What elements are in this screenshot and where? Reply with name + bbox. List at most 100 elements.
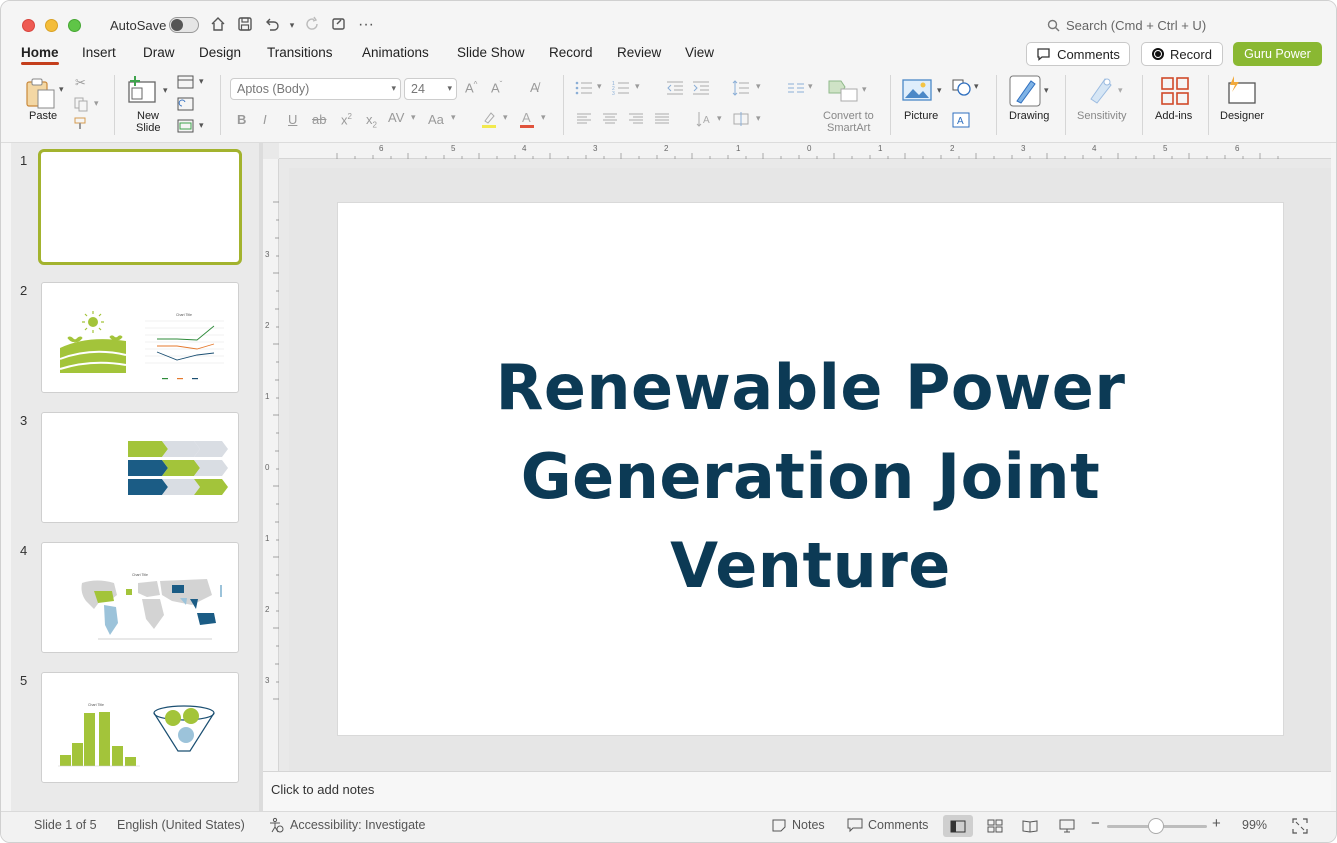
paste-chevron-icon[interactable]: ▾: [59, 84, 64, 95]
increase-indent-icon[interactable]: [692, 80, 710, 99]
align-left-icon[interactable]: [576, 112, 592, 129]
line-spacing-chevron-icon[interactable]: ▾: [756, 81, 761, 92]
layout-icon[interactable]: [177, 75, 195, 92]
font-color-chevron-icon[interactable]: ▾: [541, 112, 546, 123]
minimize-window-button[interactable]: [45, 19, 58, 32]
redo-icon[interactable]: [302, 15, 322, 35]
bullets-icon[interactable]: [575, 80, 593, 99]
tab-record[interactable]: Record: [549, 45, 593, 60]
numbering-icon[interactable]: 123: [612, 80, 630, 99]
slide-show-view-button[interactable]: [1052, 815, 1082, 837]
home-icon[interactable]: [208, 15, 228, 35]
more-options-icon[interactable]: ···: [356, 15, 376, 35]
font-name-select[interactable]: Aptos (Body) ▾: [230, 78, 401, 100]
sensitivity-icon[interactable]: [1087, 75, 1115, 108]
align-center-icon[interactable]: [602, 112, 618, 129]
highlight-icon[interactable]: [480, 110, 498, 131]
columns-icon[interactable]: [787, 82, 805, 97]
convert-smartart-icon[interactable]: [827, 77, 859, 106]
notes-icon[interactable]: [771, 818, 787, 836]
tab-transitions[interactable]: Transitions: [267, 45, 333, 60]
bullets-chevron-icon[interactable]: ▾: [597, 81, 602, 92]
copy-chevron-icon[interactable]: ▾: [94, 98, 99, 109]
shapes-icon[interactable]: [952, 79, 972, 100]
character-spacing-icon[interactable]: AV: [388, 110, 404, 125]
current-slide[interactable]: Renewable Power Generation Joint Venture: [337, 202, 1284, 736]
search-box[interactable]: Search (Cmd + Ctrl + U): [1047, 18, 1206, 33]
picture-icon[interactable]: [902, 78, 932, 105]
comments-toggle-label[interactable]: Comments: [868, 818, 928, 832]
font-color-icon[interactable]: A: [518, 110, 536, 131]
tab-draw[interactable]: Draw: [143, 45, 175, 60]
guru-power-button[interactable]: Guru Power: [1233, 42, 1322, 66]
font-size-select[interactable]: 24 ▾: [404, 78, 457, 100]
align-text-icon[interactable]: [732, 111, 750, 130]
line-spacing-icon[interactable]: [732, 80, 750, 99]
italic-icon[interactable]: I: [263, 112, 267, 127]
slide-thumbnail-5[interactable]: Chart Title: [41, 672, 239, 783]
drawing-chevron-icon[interactable]: ▾: [1044, 85, 1049, 96]
accessibility-status[interactable]: Accessibility: Investigate: [290, 818, 425, 832]
maximize-window-button[interactable]: [68, 19, 81, 32]
justify-icon[interactable]: [654, 112, 670, 129]
slide-thumbnail-3[interactable]: [41, 412, 239, 523]
designer-icon[interactable]: [1226, 75, 1258, 108]
picture-chevron-icon[interactable]: ▾: [937, 85, 942, 96]
clear-formatting-icon[interactable]: A̸: [530, 80, 539, 95]
superscript-icon[interactable]: x2: [341, 112, 352, 127]
tab-home[interactable]: Home: [21, 45, 59, 60]
columns-chevron-icon[interactable]: ▾: [808, 81, 813, 92]
format-painter-icon[interactable]: [73, 116, 89, 135]
zoom-level[interactable]: 99%: [1242, 818, 1267, 832]
add-ins-icon[interactable]: [1161, 77, 1189, 108]
section-chevron-icon[interactable]: ▾: [199, 120, 204, 131]
align-text-chevron-icon[interactable]: ▾: [756, 113, 761, 124]
slide-thumbnail-1[interactable]: [38, 149, 242, 265]
zoom-slider-thumb[interactable]: [1148, 818, 1164, 834]
presenter-icon[interactable]: [329, 15, 349, 35]
underline-icon[interactable]: U: [288, 112, 297, 127]
slide-thumbnail-2[interactable]: Chart Title: [41, 282, 239, 393]
notes-pane[interactable]: Click to add notes: [263, 771, 1331, 811]
numbering-chevron-icon[interactable]: ▾: [635, 81, 640, 92]
shapes-chevron-icon[interactable]: ▾: [974, 81, 979, 92]
horizontal-ruler[interactable]: 6 5 4 3 2 1 0 1 2 3 4 5 6: [279, 143, 1331, 159]
language-status[interactable]: English (United States): [117, 818, 245, 832]
text-box-icon[interactable]: A: [952, 112, 970, 131]
new-slide-icon[interactable]: [126, 75, 158, 108]
tab-view[interactable]: View: [685, 45, 714, 60]
slide-title-textbox[interactable]: Renewable Power Generation Joint Venture: [338, 343, 1283, 610]
fit-to-window-icon[interactable]: [1292, 818, 1308, 837]
tab-insert[interactable]: Insert: [82, 45, 116, 60]
paste-icon[interactable]: [25, 77, 59, 112]
normal-view-button[interactable]: [943, 815, 973, 837]
new-slide-chevron-icon[interactable]: ▾: [163, 85, 168, 96]
comments-button[interactable]: Comments: [1026, 42, 1130, 66]
increase-font-size-icon[interactable]: A^: [465, 80, 477, 95]
change-case-chevron-icon[interactable]: ▾: [451, 112, 456, 123]
change-case-icon[interactable]: Aa: [428, 112, 444, 127]
bold-icon[interactable]: B: [237, 112, 246, 127]
align-right-icon[interactable]: [628, 112, 644, 129]
tab-review[interactable]: Review: [617, 45, 661, 60]
undo-dropdown-chevron-icon[interactable]: ▾: [282, 15, 302, 35]
undo-icon[interactable]: [262, 15, 282, 35]
save-icon[interactable]: [235, 15, 255, 35]
text-direction-chevron-icon[interactable]: ▾: [717, 113, 722, 124]
notes-toggle-label[interactable]: Notes: [792, 818, 825, 832]
decrease-font-size-icon[interactable]: Aˇ: [491, 80, 502, 95]
zoom-out-icon[interactable]: −: [1091, 815, 1100, 832]
accessibility-icon[interactable]: [268, 817, 284, 836]
slide-sorter-view-button[interactable]: [980, 815, 1010, 837]
highlight-chevron-icon[interactable]: ▾: [503, 112, 508, 123]
decrease-indent-icon[interactable]: [666, 80, 684, 99]
sensitivity-chevron-icon[interactable]: ▾: [1118, 85, 1123, 96]
record-button[interactable]: Record: [1141, 42, 1223, 66]
drawing-icon[interactable]: [1009, 75, 1041, 110]
cut-icon[interactable]: ✂: [75, 75, 86, 91]
copy-icon[interactable]: [73, 96, 89, 115]
reset-slide-icon[interactable]: [177, 97, 195, 114]
layout-chevron-icon[interactable]: ▾: [199, 76, 204, 87]
slide-thumbnails-pane[interactable]: 1 2 Chart Title 3 4 Chart Title 5 Chart …: [11, 143, 259, 811]
text-direction-icon[interactable]: A: [695, 111, 713, 130]
